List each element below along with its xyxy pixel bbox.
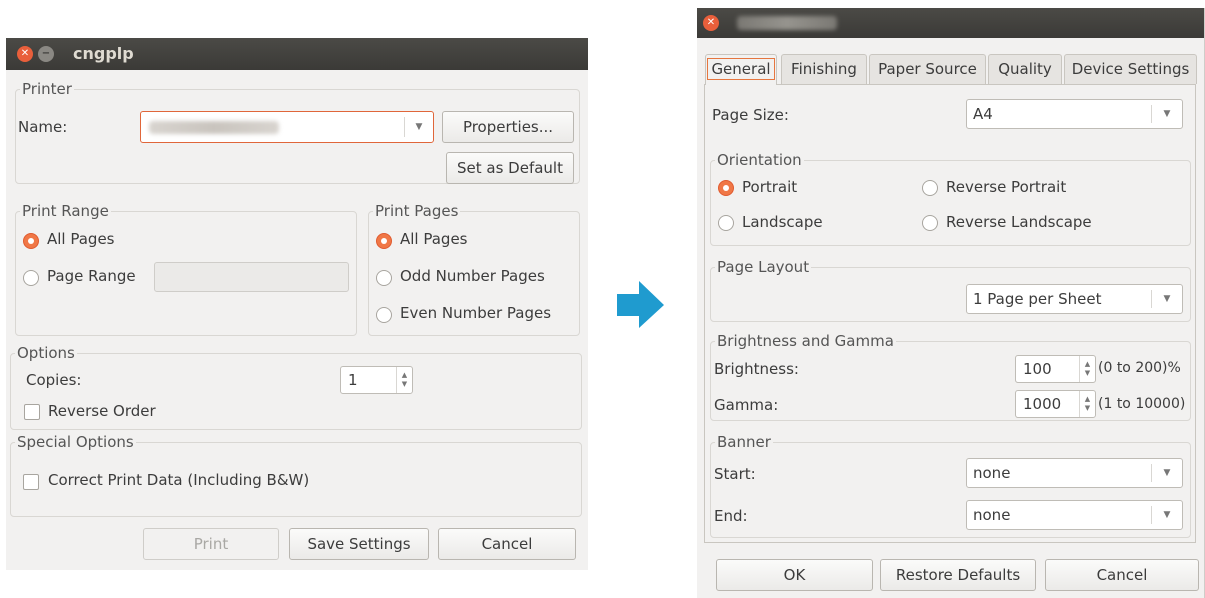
gamma-value: 1000: [1023, 395, 1062, 413]
page-size-combo[interactable]: A4 ▼: [966, 99, 1183, 129]
tab-quality[interactable]: Quality: [988, 54, 1062, 84]
minimize-icon[interactable]: −: [38, 46, 54, 62]
banner-end-combo[interactable]: none ▼: [966, 500, 1183, 530]
special-options-group-label: Special Options: [17, 433, 134, 451]
reverse-order-checkbox[interactable]: [24, 404, 40, 420]
cancel-button[interactable]: Cancel: [438, 528, 576, 560]
copies-value: 1: [348, 371, 358, 389]
print-range-page-range-radio[interactable]: [23, 270, 39, 286]
brightness-label: Brightness:: [714, 360, 799, 378]
print-range-page-range-label: Page Range: [47, 267, 136, 285]
print-dialog-window: ✕ − cngplp Printer Name: ▼ Properties...…: [6, 38, 588, 570]
page-layout-group-label: Page Layout: [717, 258, 810, 276]
print-pages-all-pages-radio[interactable]: [376, 233, 392, 249]
reverse-portrait-radio[interactable]: [922, 180, 938, 196]
banner-start-combo[interactable]: none ▼: [966, 458, 1183, 488]
print-pages-even-radio[interactable]: [376, 307, 392, 323]
banner-end-value: none: [973, 506, 1011, 524]
cancel-button[interactable]: Cancel: [1045, 559, 1199, 591]
correct-print-data-checkbox[interactable]: [23, 474, 39, 490]
printer-name-label: Name:: [18, 118, 68, 136]
set-as-default-button[interactable]: Set as Default: [446, 152, 574, 184]
printer-name-combo[interactable]: ▼: [140, 111, 434, 143]
window-title-blurred: [737, 16, 837, 30]
chevron-down-icon[interactable]: ▼: [405, 112, 433, 142]
landscape-label: Landscape: [742, 213, 823, 231]
reverse-portrait-label: Reverse Portrait: [946, 178, 1067, 196]
arrow-right-icon: [617, 281, 664, 328]
reverse-landscape-radio[interactable]: [922, 215, 938, 231]
arrow-shape: [617, 281, 664, 328]
printer-group-label: Printer: [22, 80, 72, 98]
window-title: cngplp: [73, 44, 134, 63]
save-settings-button[interactable]: Save Settings: [289, 528, 429, 560]
printer-name-value: [149, 121, 279, 134]
print-pages-odd-label: Odd Number Pages: [400, 267, 545, 285]
reverse-order-label: Reverse Order: [48, 402, 156, 420]
tab-finishing[interactable]: Finishing: [781, 54, 867, 84]
titlebar: ✕: [697, 8, 1204, 38]
page-size-label: Page Size:: [712, 106, 789, 124]
copies-label: Copies:: [26, 371, 82, 389]
correct-print-data-label: Correct Print Data (Including B&W): [48, 471, 310, 489]
banner-start-label: Start:: [714, 465, 756, 483]
banner-group-label: Banner: [717, 433, 771, 451]
print-pages-odd-radio[interactable]: [376, 270, 392, 286]
chevron-down-icon[interactable]: ▼: [1152, 285, 1182, 313]
print-button[interactable]: Print: [143, 528, 279, 560]
banner-end-label: End:: [714, 507, 748, 525]
gamma-range-label: (1 to 10000): [1098, 396, 1186, 412]
options-group-label: Options: [17, 344, 75, 362]
spin-arrows-icon[interactable]: ▲ ▼: [1079, 391, 1095, 417]
chevron-down-icon[interactable]: ▼: [1152, 459, 1182, 487]
orientation-group: Orientation: [710, 151, 1191, 246]
titlebar: ✕ − cngplp: [6, 38, 588, 70]
close-icon[interactable]: ✕: [703, 15, 719, 31]
print-range-all-pages-radio[interactable]: [23, 233, 39, 249]
chevron-down-icon[interactable]: ▼: [1152, 100, 1182, 128]
print-range-group-label: Print Range: [22, 202, 109, 220]
page-size-value: A4: [973, 105, 993, 123]
brightness-range-label: (0 to 200)%: [1098, 360, 1181, 376]
tab-general[interactable]: General: [705, 54, 777, 85]
brightness-value: 100: [1023, 360, 1052, 378]
page-range-input[interactable]: [154, 262, 349, 292]
gamma-spinner[interactable]: 1000 ▲ ▼: [1015, 390, 1096, 418]
print-pages-even-label: Even Number Pages: [400, 304, 552, 322]
properties-button[interactable]: Properties...: [442, 111, 574, 143]
tab-device-settings[interactable]: Device Settings: [1064, 54, 1197, 84]
portrait-radio[interactable]: [718, 180, 734, 196]
orientation-group-label: Orientation: [717, 151, 802, 169]
chevron-down-icon[interactable]: ▼: [1152, 501, 1182, 529]
print-range-all-pages-label: All Pages: [47, 230, 115, 248]
brightness-gamma-group-label: Brightness and Gamma: [717, 332, 894, 350]
spin-arrows-icon[interactable]: ▲ ▼: [396, 367, 412, 393]
page-layout-combo[interactable]: 1 Page per Sheet ▼: [966, 284, 1183, 314]
reverse-landscape-label: Reverse Landscape: [946, 213, 1092, 231]
landscape-radio[interactable]: [718, 215, 734, 231]
ok-button[interactable]: OK: [716, 559, 873, 591]
page-layout-value: 1 Page per Sheet: [973, 290, 1102, 308]
banner-start-value: none: [973, 464, 1011, 482]
print-pages-all-pages-label: All Pages: [400, 230, 468, 248]
brightness-spinner[interactable]: 100 ▲ ▼: [1015, 355, 1096, 383]
restore-defaults-button[interactable]: Restore Defaults: [880, 559, 1036, 591]
portrait-label: Portrait: [742, 178, 798, 196]
spin-arrows-icon[interactable]: ▲ ▼: [1079, 356, 1095, 382]
close-icon[interactable]: ✕: [17, 46, 33, 62]
tab-paper-source[interactable]: Paper Source: [869, 54, 986, 84]
copies-spinner[interactable]: 1 ▲ ▼: [340, 366, 413, 394]
print-pages-group-label: Print Pages: [375, 202, 459, 220]
gamma-label: Gamma:: [714, 396, 779, 414]
